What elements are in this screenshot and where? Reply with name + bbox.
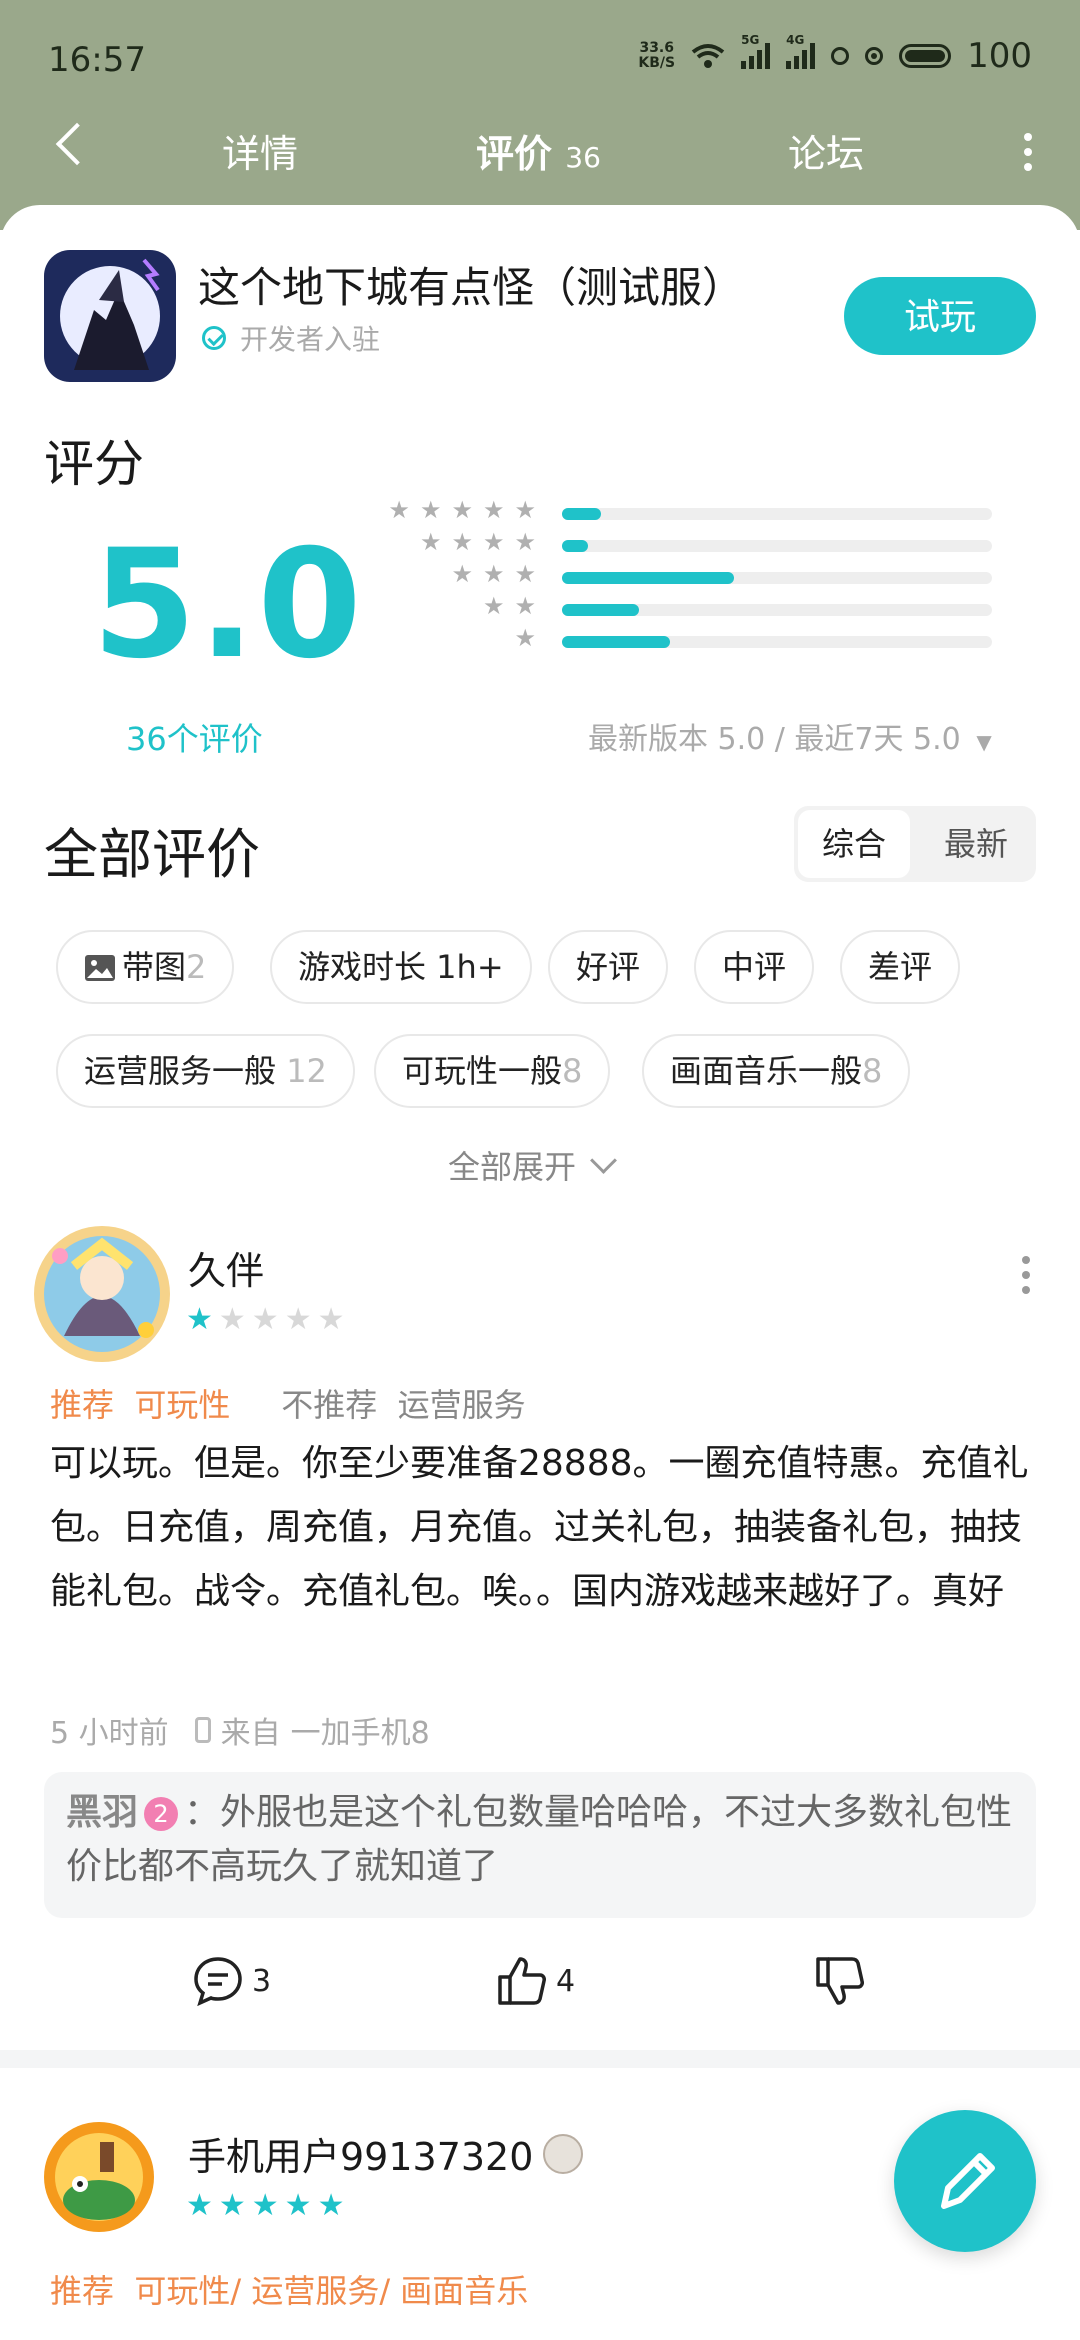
- app-icon[interactable]: [44, 250, 176, 382]
- rating-bar-fill: [562, 604, 640, 616]
- status-time: 16:57: [48, 40, 146, 80]
- dropdown-triangle-icon: ▼: [976, 730, 992, 754]
- thumbs-down-icon: [816, 1957, 864, 2005]
- top-bar: 16:57 33.6 KB/S 5G 4G 100 详情 评价 36 论坛: [0, 0, 1080, 230]
- battery-level: 100: [967, 36, 1032, 76]
- status-icons: 33.6 KB/S 5G 4G 100: [638, 33, 1032, 76]
- comment-count: 3: [252, 1963, 272, 1999]
- version-filter[interactable]: 最新版本 5.0 / 最近7天 5.0 ▼: [588, 714, 992, 758]
- reviews-count: 36: [565, 141, 601, 174]
- avatar[interactable]: [34, 1226, 170, 1362]
- like-button[interactable]: 4: [496, 1955, 575, 2007]
- filter-chip-visuals-audio[interactable]: 画面音乐一般8: [642, 1034, 911, 1108]
- rating-bar-3: [562, 572, 992, 584]
- review-username[interactable]: 久伴: [188, 1240, 264, 1295]
- image-icon: [85, 955, 115, 981]
- write-review-button[interactable]: [894, 2110, 1036, 2252]
- filter-chip-negative[interactable]: 差评: [840, 930, 961, 1004]
- rating-bar-4: [562, 540, 992, 552]
- verified-check-icon: [202, 326, 226, 350]
- wifi-icon: [691, 44, 725, 68]
- rating-bar-5: [562, 508, 992, 520]
- review-tags: 推荐 可玩性/ 运营服务/ 画面音乐: [50, 2272, 529, 2310]
- review-stars: ★★★★★: [186, 2188, 351, 2223]
- reply-box[interactable]: 黑羽 2 ：外服也是这个礼包数量哈哈哈，不过大多数礼包性价比都不高玩久了就知道了: [44, 1772, 1036, 1918]
- filter-chip-with-images[interactable]: 带图2: [56, 930, 235, 1004]
- like-count: 4: [556, 1963, 576, 1999]
- back-arrow-icon[interactable]: [55, 122, 99, 166]
- sort-tab-latest[interactable]: 最新: [920, 810, 1032, 878]
- stars-2-label: ★★: [482, 592, 546, 620]
- rating-bar-fill: [562, 572, 734, 584]
- comment-icon: [194, 1957, 242, 2007]
- pencil-icon: [941, 2153, 995, 2209]
- chevron-down-icon: [590, 1147, 617, 1174]
- all-reviews-heading: 全部评价: [44, 823, 260, 886]
- signal-sim2-icon: 4G: [786, 33, 816, 69]
- rating-count: 36个评价: [126, 720, 263, 758]
- signal-sim1-icon: 5G: [741, 33, 771, 69]
- avatar[interactable]: [44, 2122, 154, 2232]
- filter-chip-neutral[interactable]: 中评: [694, 930, 815, 1004]
- review-username-row: 手机用户99137320: [188, 2126, 584, 2181]
- phone-icon: [194, 1717, 211, 1743]
- review-stars: ★★★★★: [186, 1302, 351, 1337]
- stars-5-label: ★★★★★: [388, 496, 546, 524]
- sort-tab-overall[interactable]: 综合: [798, 810, 910, 878]
- review-text[interactable]: 可以玩。但是。你至少要准备28888。一圈充值特惠。充值礼包。日充值，周充值，月…: [50, 1432, 1040, 1624]
- try-button[interactable]: 试玩: [844, 277, 1036, 355]
- eye-comfort-icon: [865, 47, 884, 65]
- level-badge: 2: [144, 1797, 179, 1831]
- user-badge-icon: [543, 2133, 584, 2174]
- more-options-icon[interactable]: [1024, 133, 1032, 178]
- review-meta: 5 小时前 来自 一加手机8: [50, 1716, 430, 1751]
- rating-bar-2: [562, 604, 992, 616]
- thumbs-up-icon: [498, 1957, 546, 2005]
- expand-all-button[interactable]: 全部展开: [448, 1142, 617, 1188]
- nav-bar: 详情 评价 36 论坛: [0, 115, 1080, 185]
- nfc-icon: [831, 47, 850, 65]
- filter-chip-operations[interactable]: 运营服务一般 12: [56, 1034, 355, 1108]
- review-tags: 推荐 可玩性 不推荐 运营服务: [50, 1386, 526, 1424]
- reply-username[interactable]: 黑羽: [66, 1792, 138, 1833]
- battery-icon: [899, 44, 952, 68]
- filter-chip-positive[interactable]: 好评: [548, 930, 669, 1004]
- reply-text: ：外服也是这个礼包数量哈哈哈，不过大多数礼包性价比都不高玩久了就知道了: [66, 1792, 1013, 1887]
- rating-bar-1: [562, 636, 992, 648]
- rating-bar-fill: [562, 636, 670, 648]
- stars-3-label: ★★★: [451, 560, 546, 588]
- tab-reviews[interactable]: 评价 36: [476, 123, 601, 178]
- rating-bar-fill: [562, 540, 588, 552]
- status-bar: 16:57 33.6 KB/S 5G 4G 100: [48, 33, 1032, 86]
- review-username[interactable]: 手机用户99137320: [188, 2126, 533, 2181]
- section-divider: [0, 2050, 1080, 2068]
- network-speed: 33.6 KB/S: [638, 40, 676, 71]
- rating-heading: 评分: [44, 435, 144, 493]
- filter-chip-playtime[interactable]: 游戏时长 1h+: [270, 930, 532, 1004]
- tab-forum[interactable]: 论坛: [788, 123, 864, 178]
- app-title: 这个地下城有点怪（测试服）: [198, 263, 745, 312]
- sort-toggle: 综合 最新: [794, 806, 1036, 882]
- filter-chip-playability[interactable]: 可玩性一般8: [374, 1034, 611, 1108]
- rating-score: 5.0: [92, 518, 364, 692]
- rating-bar-fill: [562, 508, 601, 520]
- stars-4-label: ★★★★: [419, 528, 546, 556]
- dislike-button[interactable]: [814, 1955, 866, 2007]
- developer-badge: 开发者入驻: [202, 318, 380, 358]
- stars-1-label: ★: [514, 624, 546, 652]
- comment-button[interactable]: 3: [192, 1955, 271, 2007]
- tab-detail[interactable]: 详情: [222, 123, 298, 178]
- review-more-icon[interactable]: [1022, 1256, 1030, 1301]
